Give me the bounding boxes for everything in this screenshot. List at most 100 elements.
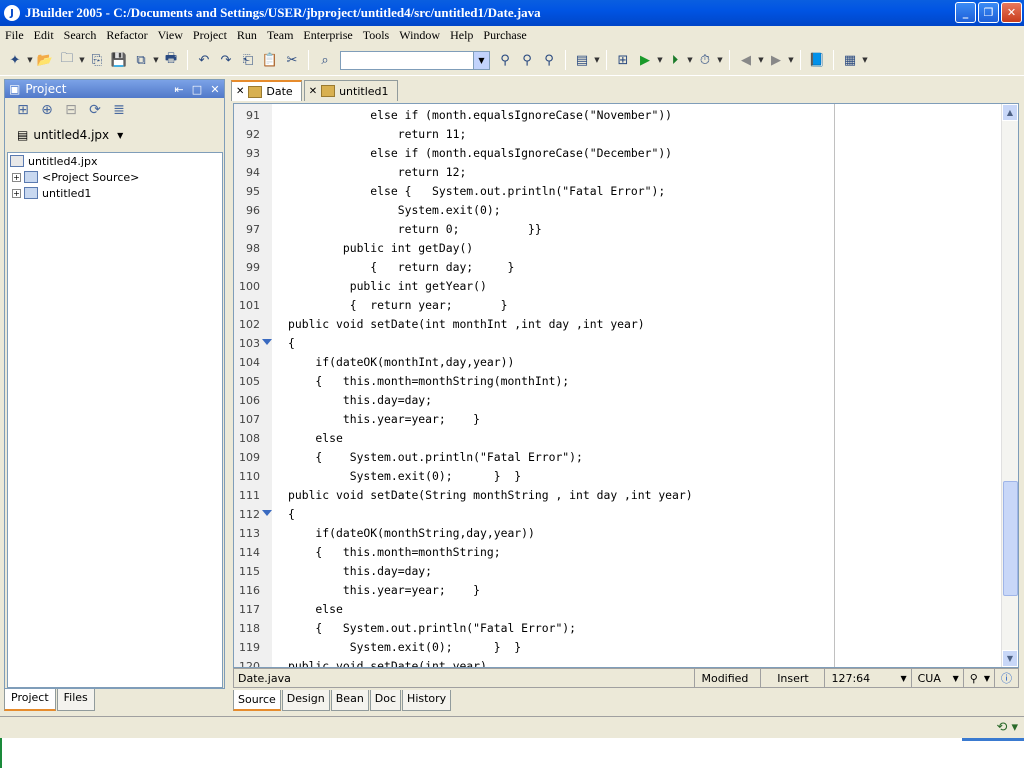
chevron-down-icon[interactable]: ▼ [900,674,910,683]
code-line[interactable]: 97 return 0; }} [234,220,834,239]
restore-button[interactable]: ❐ [978,2,999,23]
code-line[interactable]: 112 { [234,505,834,524]
code-line[interactable]: 114 { this.month=monthString; [234,543,834,562]
chevron-down-icon[interactable]: ▼ [152,56,160,64]
paste-icon[interactable]: 📋 [259,49,281,71]
tab-project[interactable]: Project [4,689,56,711]
menu-view[interactable]: View [153,28,188,43]
scroll-down-icon[interactable]: ▼ [1002,650,1018,667]
find-classes-icon[interactable]: ⚲ [516,49,538,71]
redo-icon[interactable]: ↷ [215,49,237,71]
tab-history[interactable]: History [402,690,452,711]
tab-doc[interactable]: Doc [369,690,402,711]
chevron-down-icon[interactable]: ▼ [593,56,601,64]
tree-item-project-source[interactable]: + <Project Source> [8,169,222,185]
chevron-down-icon[interactable]: ▼ [656,56,664,64]
code-line[interactable]: 113 if(dateOK(monthString,day,year)) [234,524,834,543]
code-line[interactable]: 98 public int getDay() [234,239,834,258]
close-button[interactable]: ✕ [1001,2,1022,23]
chevron-down-icon[interactable]: ▼ [473,51,489,69]
new-file-icon[interactable]: ✦ [4,49,26,71]
close-tab-icon[interactable]: ✕ [309,86,317,97]
menu-refactor[interactable]: Refactor [101,28,152,43]
tab-bean[interactable]: Bean [330,690,369,711]
status-keymap[interactable]: CUA [910,669,953,687]
chevron-down-icon[interactable]: ▼ [757,56,765,64]
tab-date[interactable]: ✕ Date [231,80,302,101]
debug-icon[interactable]: ⏵ [664,49,686,71]
cut-icon[interactable]: ✂ [281,49,303,71]
menu-purchase[interactable]: Purchase [478,28,531,43]
reopen-icon[interactable]: ⎘ [86,49,108,71]
menu-team[interactable]: Team [262,28,298,43]
tab-untitled1[interactable]: ✕ untitled1 [303,80,398,101]
tab-files[interactable]: Files [56,689,95,711]
pin-icon[interactable]: ⇤ [170,83,188,96]
properties-icon[interactable]: ≣ [107,102,131,118]
chevron-down-icon[interactable]: ▼ [953,674,963,683]
chevron-down-icon[interactable]: ▼ [787,56,795,64]
add-folder-icon[interactable]: ⊕ [35,102,59,118]
chevron-down-icon[interactable]: ▼ [861,56,869,64]
menu-window[interactable]: Window [394,28,445,43]
code-line[interactable]: 120 public void setDate(int year) [234,657,834,667]
menu-help[interactable]: Help [445,28,478,43]
chevron-down-icon[interactable]: ▼ [716,56,724,64]
close-panel-icon[interactable]: ✕ [206,83,224,96]
undo-icon[interactable]: ↶ [193,49,215,71]
fold-toggle-icon[interactable] [262,339,272,345]
optimize-icon[interactable]: ⏱ [694,49,716,71]
scroll-up-icon[interactable]: ▲ [1002,104,1018,121]
add-files-icon[interactable]: ⊞ [11,102,35,118]
expand-icon[interactable]: + [12,172,21,182]
menu-file[interactable]: File [0,28,29,43]
menu-enterprise[interactable]: Enterprise [298,28,357,43]
code-line[interactable]: 103 { [234,334,834,353]
forward-icon[interactable]: ▶ [765,49,787,71]
menu-project[interactable]: Project [188,28,232,43]
code-line[interactable]: 119 System.exit(0); } } [234,638,834,657]
code-line[interactable]: 91 else if (month.equalsIgnoreCase("Nove… [234,106,834,125]
minimize-button[interactable]: _ [955,2,976,23]
code-line[interactable]: 116 this.year=year; } [234,581,834,600]
status-insert-mode[interactable]: Insert [760,669,824,687]
code-line[interactable]: 109 { System.out.println("Fatal Error"); [234,448,834,467]
layout-icon[interactable]: ▦ [839,49,861,71]
code-line[interactable]: 104 if(dateOK(monthInt,day,year)) [234,353,834,372]
refresh-icon[interactable]: ⟳ [83,102,107,118]
chevron-down-icon[interactable]: ▼ [984,674,994,683]
tab-design[interactable]: Design [281,690,330,711]
code-line[interactable]: 117 else [234,600,834,619]
maximize-panel-icon[interactable]: □ [188,83,206,96]
print-icon[interactable]: 🖶 [160,49,182,71]
sync-icon[interactable]: ⟲ ▾ [996,720,1018,735]
code-line[interactable]: 99 { return day; } [234,258,834,277]
code-line[interactable]: 118 { System.out.println("Fatal Error"); [234,619,834,638]
vertical-scrollbar[interactable]: ▲ ▼ [1001,104,1018,667]
chevron-down-icon[interactable]: ▼ [686,56,694,64]
code-line[interactable]: 100 public int getYear() [234,277,834,296]
code-line[interactable]: 107 this.year=year; } [234,410,834,429]
code-line[interactable]: 111 public void setDate(String monthStrin… [234,486,834,505]
code-line[interactable]: 93 else if (month.equalsIgnoreCase("Dece… [234,144,834,163]
back-icon[interactable]: ◀ [735,49,757,71]
code-editor[interactable]: 91 else if (month.equalsIgnoreCase("Nove… [233,103,1019,668]
make-icon[interactable]: ▤ [571,49,593,71]
tree-item-untitled1[interactable]: + untitled1 [8,185,222,201]
remove-icon[interactable]: ⊟ [59,102,83,118]
chevron-down-icon[interactable]: ▼ [26,56,34,64]
build-icon[interactable]: ⊞ [612,49,634,71]
save-icon[interactable]: 💾 [108,49,130,71]
close-tab-icon[interactable]: ✕ [236,86,244,97]
find-next-icon[interactable]: ⚲ [494,49,516,71]
chevron-down-icon[interactable]: ▼ [117,131,123,140]
chevron-down-icon[interactable]: ▼ [78,56,86,64]
copy-icon[interactable]: ⎗ [237,49,259,71]
status-cursor-position[interactable]: 127:64 [824,669,900,687]
open-file-icon[interactable]: 🗀 [56,49,78,71]
find-symbol-icon[interactable]: ⚲ [538,49,560,71]
save-all-icon[interactable]: ⧉ [130,49,152,71]
find-icon[interactable]: ⌕ [314,49,336,71]
code-line[interactable]: 102 public void setDate(int monthInt ,int… [234,315,834,334]
code-line[interactable]: 115 this.day=day; [234,562,834,581]
